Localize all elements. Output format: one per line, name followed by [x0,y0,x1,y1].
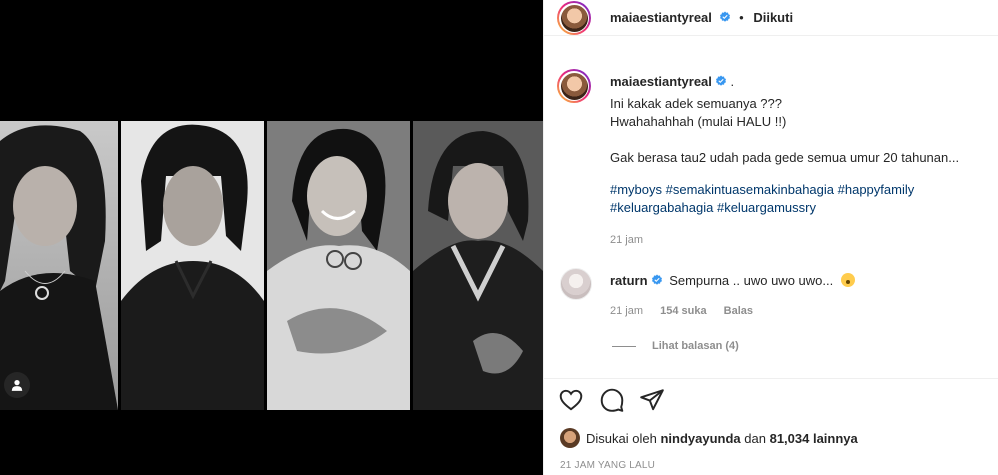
surprised-emoji-icon [840,273,855,287]
separator-dot: • [739,10,744,25]
replies-divider [612,345,636,347]
share-icon[interactable] [639,387,665,413]
verified-badge-icon [719,11,730,22]
caption-hashtags-2[interactable]: #keluargabahagia #keluargamussry [610,199,990,217]
liker-username[interactable]: nindyayunda [660,431,740,446]
caption-line-1: Ini kakak adek semuanya ??? [610,96,782,111]
caption-hashtags-1[interactable]: #myboys #semakintuasemakinbahagia #happy… [610,181,990,199]
follow-status-button[interactable]: Diikuti [753,10,793,25]
caption-line-2: Hwahahahhah (mulai HALU !!) [610,114,787,129]
photo-young-man-smiling [267,121,410,410]
verified-badge-icon [651,274,662,285]
post-sidebar: maiaestiantyreal • Diikuti maiaestiantyr… [543,0,998,475]
user-tag-button[interactable] [4,372,30,398]
view-replies-label: Lihat balasan (4) [652,340,739,352]
likes-others[interactable]: 81,034 lainnya [770,431,858,446]
user-tag-icon [11,380,23,391]
caption-line-3: Gak berasa tau2 udah pada gede semua umu… [610,150,960,165]
caption-author-avatar[interactable] [557,69,591,103]
likes-conj: dan [744,430,766,446]
post-caption: maiaestiantyreal . Ini kakak adek semuan… [610,73,990,249]
comment-time[interactable]: 21 jam [610,305,643,317]
caption-suffix: . [730,74,735,89]
header-username[interactable]: maiaestiantyreal [610,10,712,25]
comment-likes[interactable]: 154 suka [660,305,706,317]
photo-boy-curly [121,121,264,410]
action-bar [544,378,998,420]
caption-username[interactable]: maiaestiantyreal [610,74,712,89]
likes-prefix: Disukai oleh [586,430,657,446]
liker-avatar[interactable] [560,428,580,448]
likes-summary: Disukai oleh nindyayunda dan 81,034 lain… [560,428,858,448]
commenter-username[interactable]: raturn [610,273,648,288]
verified-badge-icon [715,75,726,86]
comment-text: Sempurna .. uwo uwo uwo... [669,273,834,288]
photo-woman [0,121,118,410]
author-avatar[interactable] [557,1,591,35]
post-media[interactable] [0,0,543,475]
photo-collage [0,121,543,410]
photo-teen-boy [413,121,543,410]
reply-button[interactable]: Balas [724,305,753,317]
commenter-avatar[interactable] [560,268,592,300]
heart-icon[interactable] [558,387,584,413]
caption-time[interactable]: 21 jam [610,231,990,249]
post-timestamp[interactable]: 21 JAM YANG LALU [560,460,655,471]
post-header: maiaestiantyreal • Diikuti [544,0,998,36]
view-replies-button[interactable]: Lihat balasan (4) [612,340,739,352]
comment-icon[interactable] [599,387,625,413]
